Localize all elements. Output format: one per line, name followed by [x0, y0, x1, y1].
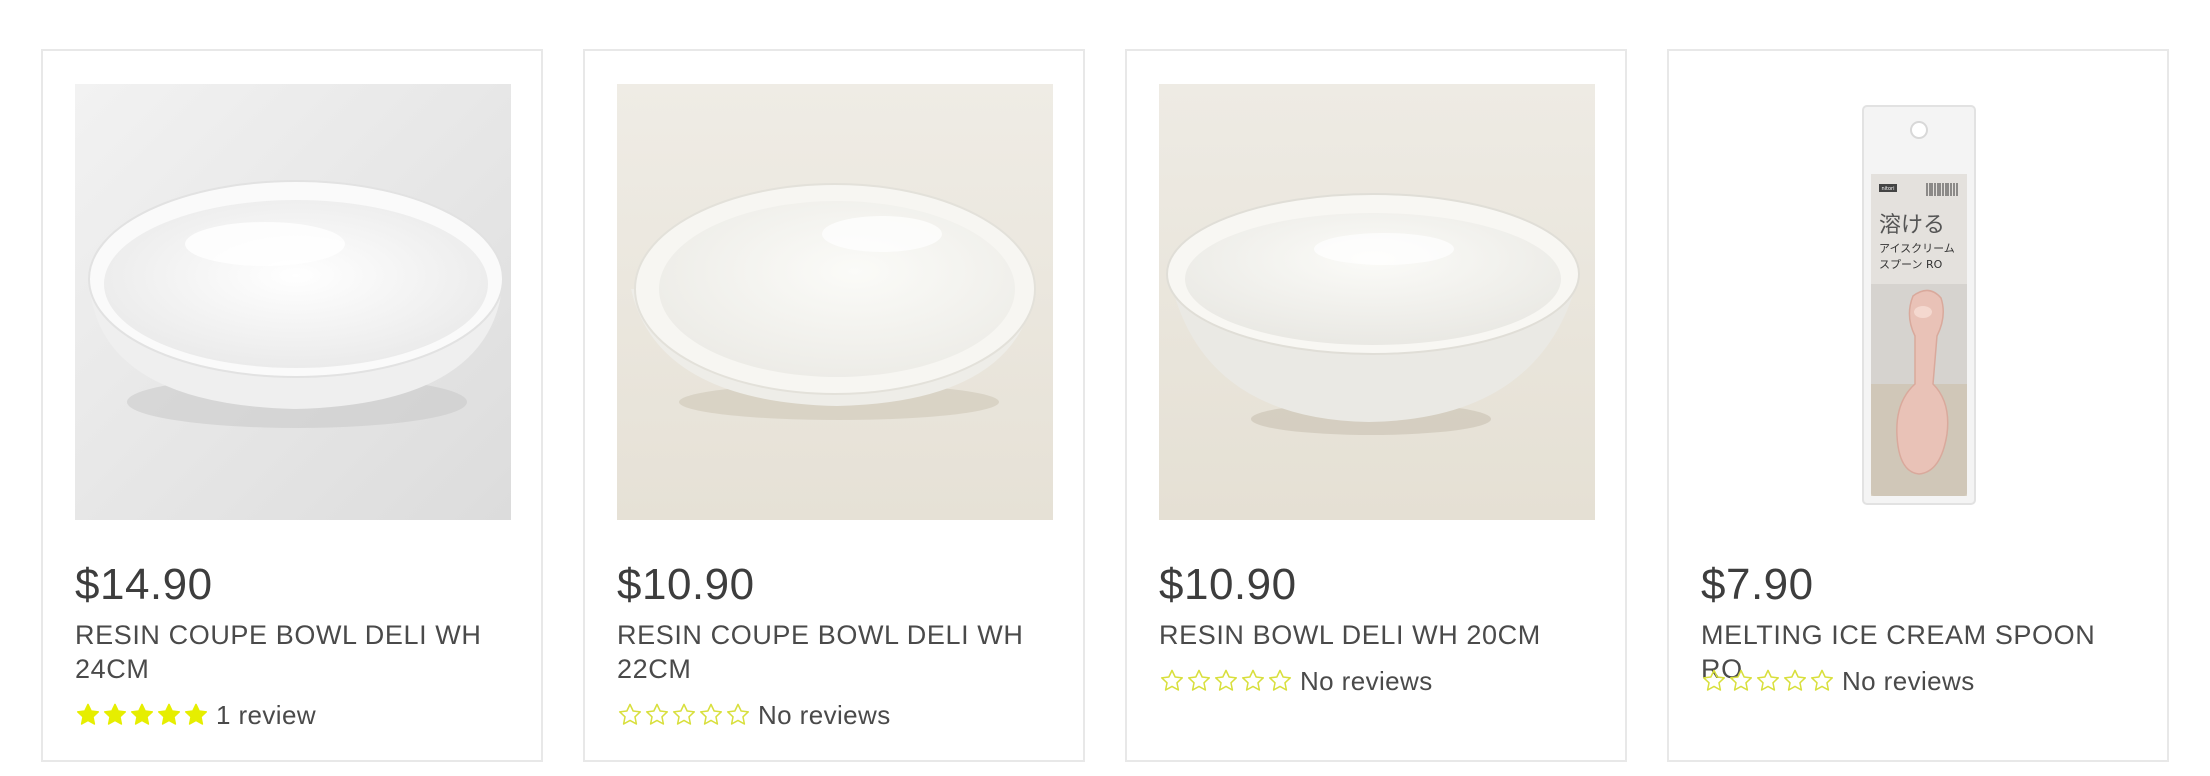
star-outline-icon	[1755, 668, 1781, 694]
svg-text:溶ける: 溶ける	[1879, 213, 1945, 238]
review-count: No reviews	[1300, 665, 1433, 696]
star-filled-icon	[183, 702, 209, 728]
review-count: No reviews	[758, 699, 891, 730]
svg-text:アイスクリーム: アイスクリーム	[1879, 242, 1955, 255]
star-outline-icon	[644, 702, 670, 728]
star-outline-icon	[725, 702, 751, 728]
star-outline-icon	[1728, 668, 1754, 694]
star-outline-icon	[1701, 668, 1727, 694]
star-rating	[1159, 668, 1294, 694]
star-filled-icon	[156, 702, 182, 728]
star-outline-icon	[698, 702, 724, 728]
product-title[interactable]: RESIN COUPE BOWL DELI WH 24CM	[75, 618, 515, 686]
product-rating[interactable]: No reviews	[617, 699, 891, 731]
bowl-image	[75, 84, 511, 520]
star-filled-icon	[75, 702, 101, 728]
product-card[interactable]: $14.90 RESIN COUPE BOWL DELI WH 24CM 1 r…	[41, 49, 543, 762]
spoon-package-image: nitori 溶ける アイスクリーム スプーン RO	[1701, 84, 2137, 520]
review-count: No reviews	[1842, 665, 1975, 696]
star-outline-icon	[1782, 668, 1808, 694]
star-rating	[1701, 668, 1836, 694]
star-outline-icon	[1159, 668, 1185, 694]
bowl-image	[1159, 84, 1595, 520]
star-rating	[617, 702, 752, 728]
star-rating	[75, 702, 210, 728]
bowl-image	[617, 84, 1053, 520]
product-card[interactable]: $10.90 RESIN BOWL DELI WH 20CM No review…	[1125, 49, 1627, 762]
product-image[interactable]	[1159, 84, 1595, 520]
star-outline-icon	[617, 702, 643, 728]
product-rating[interactable]: No reviews	[1159, 665, 1433, 697]
product-title[interactable]: RESIN COUPE BOWL DELI WH 22CM	[617, 618, 1057, 686]
review-count[interactable]: 1 review	[216, 700, 316, 731]
star-filled-icon	[102, 702, 128, 728]
star-filled-icon	[129, 702, 155, 728]
product-image[interactable]	[75, 84, 511, 520]
svg-text:nitori: nitori	[1881, 186, 1894, 192]
product-title[interactable]: RESIN BOWL DELI WH 20CM	[1159, 618, 1599, 652]
product-image[interactable]: nitori 溶ける アイスクリーム スプーン RO	[1701, 84, 2137, 520]
star-outline-icon	[1809, 668, 1835, 694]
star-outline-icon	[1213, 668, 1239, 694]
product-price: $10.90	[1159, 560, 1297, 609]
product-rating[interactable]: 1 review	[75, 699, 316, 731]
product-grid: $14.90 RESIN COUPE BOWL DELI WH 24CM 1 r…	[41, 49, 2171, 766]
star-outline-icon	[1267, 668, 1293, 694]
product-card[interactable]: $10.90 RESIN COUPE BOWL DELI WH 22CM No …	[583, 49, 1085, 762]
product-card[interactable]: nitori 溶ける アイスクリーム スプーン RO $7.90 MELTING…	[1667, 49, 2169, 762]
star-outline-icon	[1186, 668, 1212, 694]
product-rating[interactable]: No reviews	[1701, 665, 1975, 697]
svg-text:スプーン RO: スプーン RO	[1879, 258, 1943, 271]
product-price: $14.90	[75, 560, 213, 609]
product-price: $7.90	[1701, 560, 1814, 609]
star-outline-icon	[1240, 668, 1266, 694]
star-outline-icon	[671, 702, 697, 728]
product-image[interactable]	[617, 84, 1053, 520]
product-price: $10.90	[617, 560, 755, 609]
